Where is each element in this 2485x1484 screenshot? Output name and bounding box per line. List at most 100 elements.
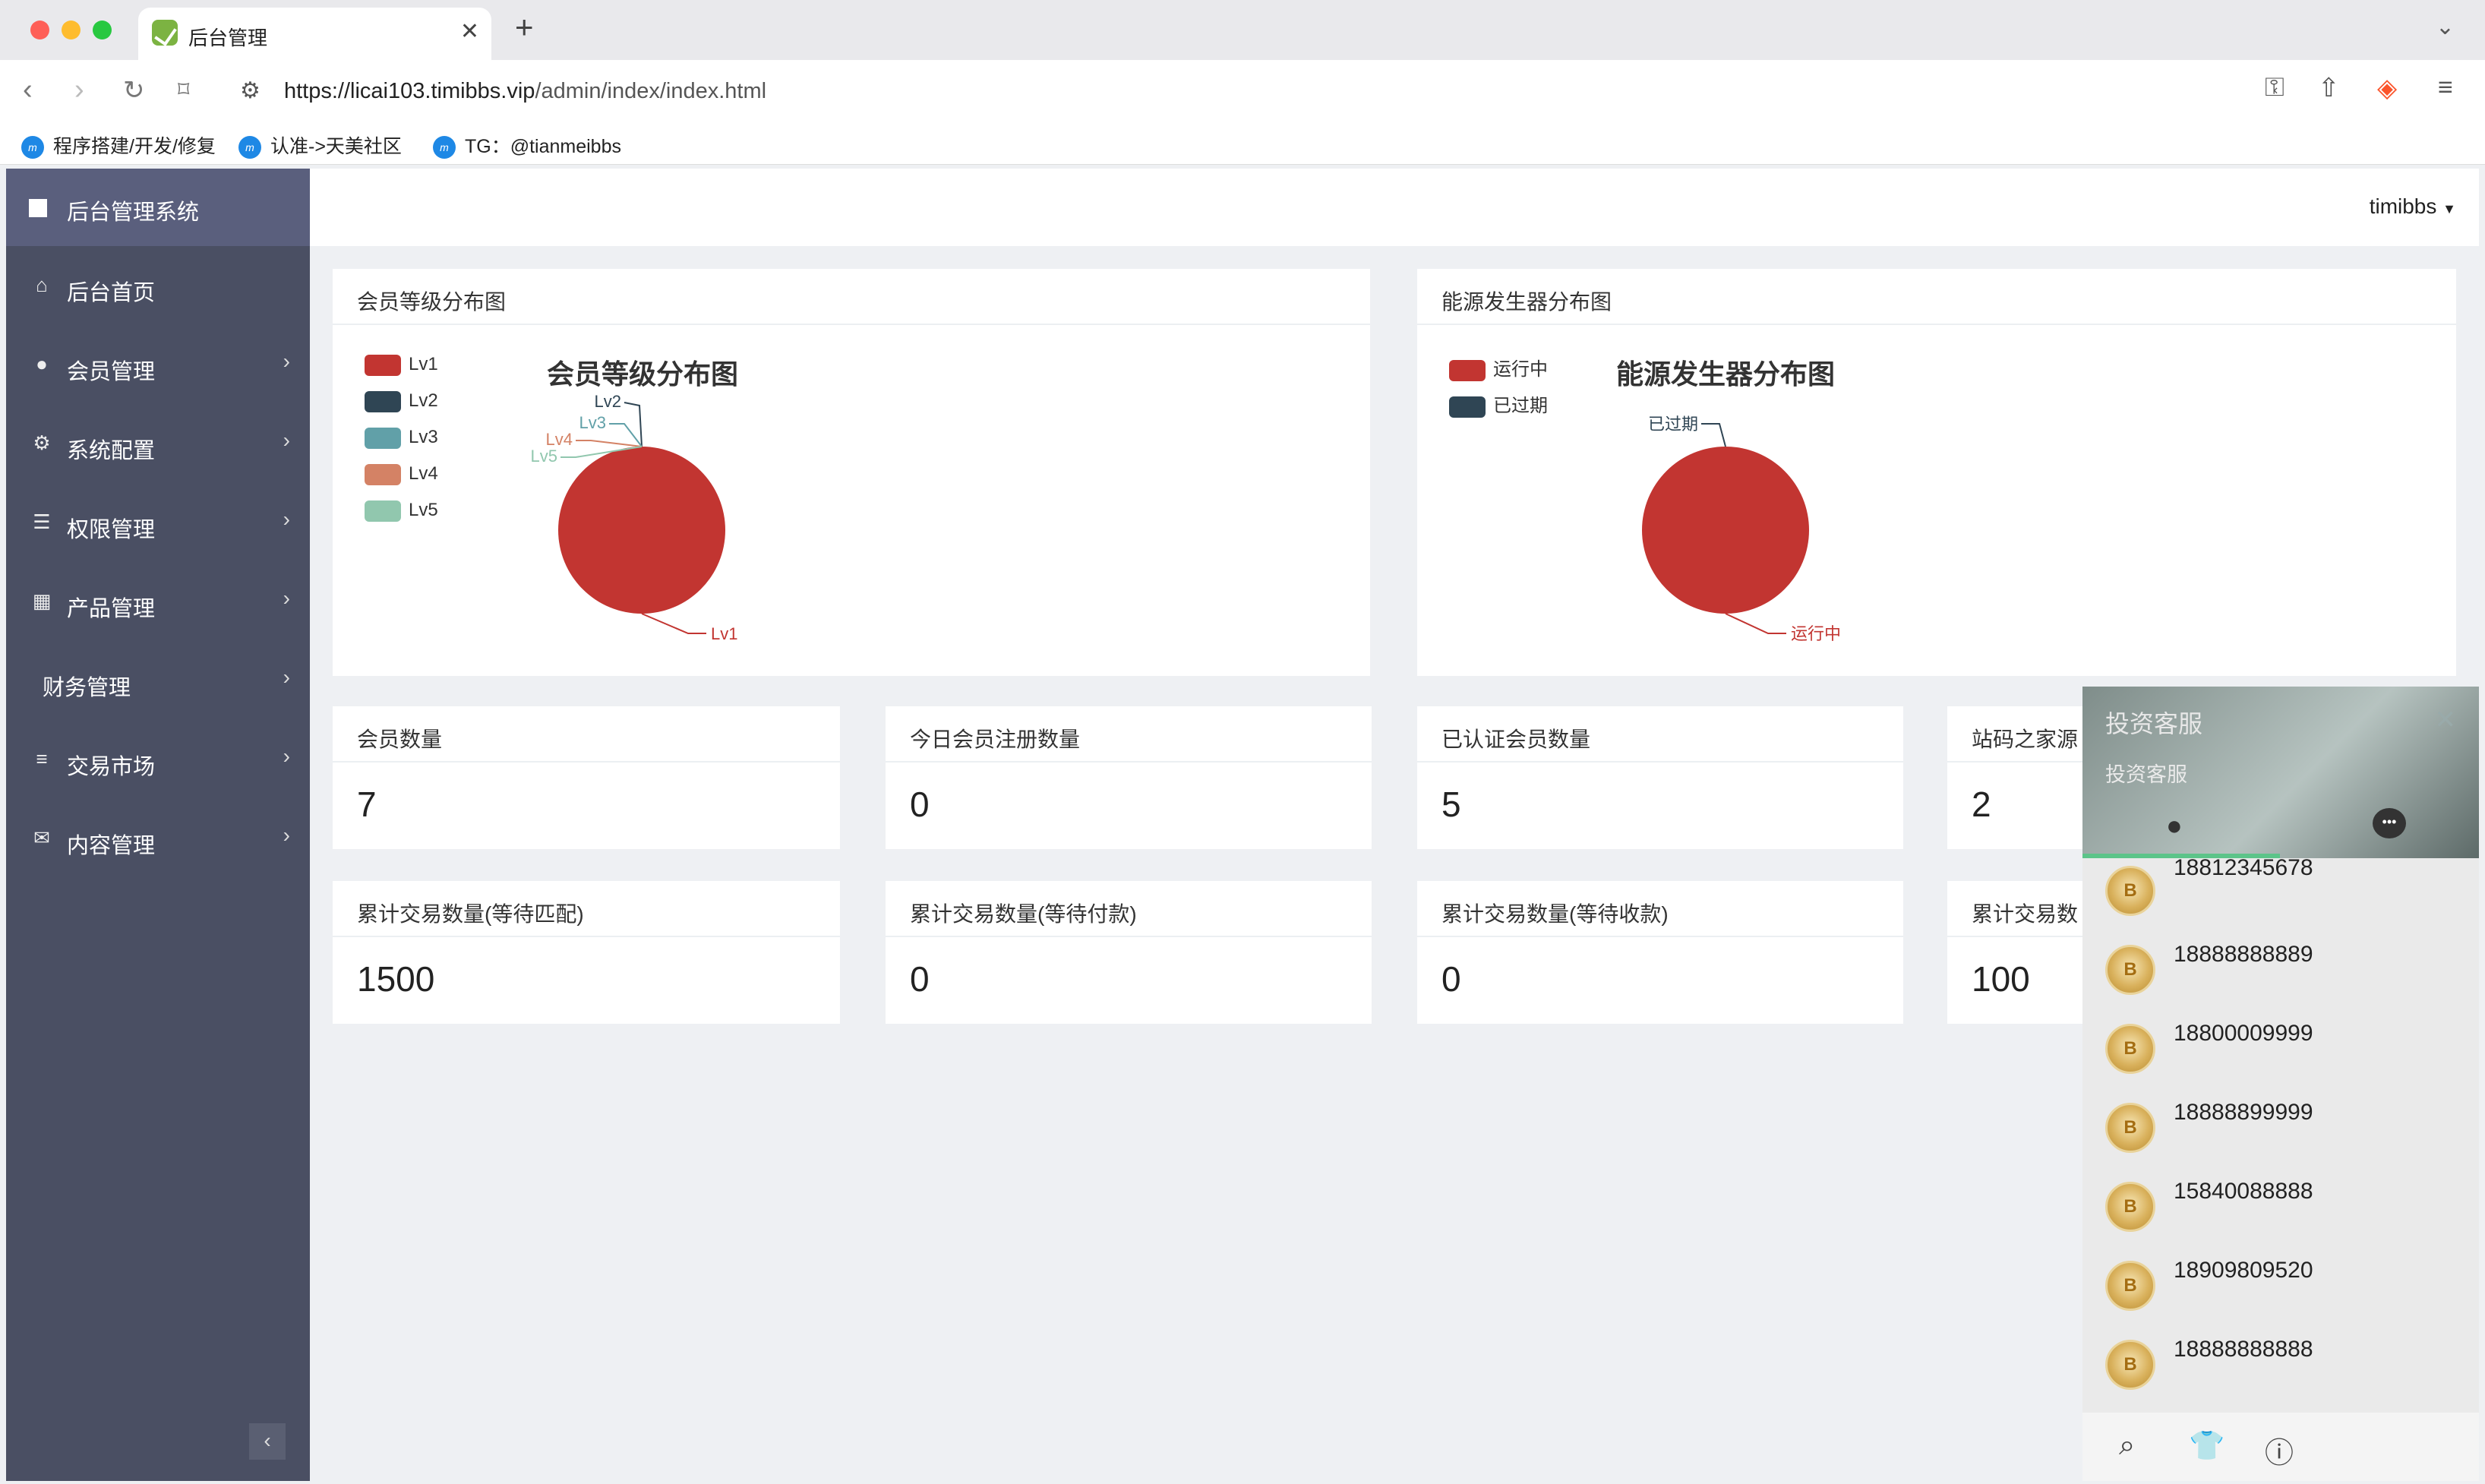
menu-icon[interactable]: ≡ [2438,73,2453,103]
chevron-right-icon: › [283,665,290,689]
legend-item[interactable]: Lv2 [365,390,438,412]
stat-header: 累计交易数量(等待匹配) [333,881,840,937]
pie-label-expired: 已过期 [1648,415,1698,434]
sidebar-item-market[interactable]: ≡ 交易市场 › [6,729,310,790]
legend-swatch [365,427,401,449]
sidebar: 后台管理系统 ⌂ 后台首页 ● 会员管理 › ⚙ 系统配置 › ☰ 权限管理 ›… [6,169,310,1481]
contact-item[interactable]: B 18888899999 [2082,1092,2479,1171]
bookmark-icon[interactable]: ⌑ [178,77,189,103]
chevron-right-icon: › [283,349,290,373]
sidebar-item-label: 财务管理 [43,676,131,700]
minimize-window-button[interactable] [62,21,81,39]
tab-close-icon[interactable]: ✕ [460,18,479,45]
label-line-lv2 [624,402,643,447]
chevron-right-icon: › [283,744,290,768]
sidebar-item-finance[interactable]: 财务管理 › [6,650,310,711]
sidebar-item-content[interactable]: ✉ 内容管理 › [6,808,310,869]
share-icon[interactable]: ⇧ [2318,73,2340,103]
bookmark-item-2[interactable]: m 认准->天美社区 [238,131,402,159]
shirt-icon[interactable]: 👕 [2189,1429,2225,1463]
contacts-tab-user-icon[interactable]: ● [2166,810,2183,841]
new-tab-button[interactable]: + [515,9,534,46]
stat-header: 会员数量 [333,706,840,763]
legend-item[interactable]: 运行中 [1449,354,1548,381]
gears-icon: ⚙ [33,431,51,454]
chevron-right-icon: › [283,586,290,610]
pie-label-running: 运行中 [1791,624,1841,643]
legend-item[interactable]: Lv5 [365,500,438,522]
member-level-panel: 会员等级分布图 Lv1 Lv2 Lv3 Lv4 Lv5 会员等级分布图 Lv2 … [333,269,1370,676]
stat-label: 站码之家源 [1972,728,2079,751]
search-icon[interactable]: ⌕ [2119,1429,2135,1462]
windows-icon: ▦ [32,589,52,612]
reload-icon[interactable]: ↻ [123,75,145,106]
contact-item[interactable]: B 18812345678 [2082,855,2479,934]
brand-title: 后台管理系统 [67,200,200,225]
url-path: /admin/index/index.html [535,79,767,103]
brand-square-icon [29,199,47,217]
stat-label: 累计交易数量(等待收款) [1441,902,1669,926]
legend-item[interactable]: Lv4 [365,463,438,485]
sidebar-brand[interactable]: 后台管理系统 [6,169,310,246]
zoom-window-button[interactable] [93,21,112,39]
messages-tab-chat-icon[interactable]: ••• [2373,808,2406,838]
back-icon[interactable]: ‹ [23,74,33,106]
contact-item[interactable]: B 18888888888 [2082,1329,2479,1408]
label-line-running [1725,613,1786,634]
stat-label: 累计交易数量(等待匹配) [357,902,584,926]
list-icon: ≡ [36,747,48,770]
address-bar[interactable]: ⚙ https://licai103.timibbs.vip/admin/ind… [225,70,2416,114]
contact-number: 18888888888 [2174,1337,2313,1362]
contact-item[interactable]: B 15840088888 [2082,1171,2479,1250]
label-line-expired [1701,423,1726,447]
home-icon: ⌂ [36,273,48,296]
bookmark-favicon-icon: m [238,136,261,159]
contact-item[interactable]: B 18800009999 [2082,1013,2479,1092]
forward-icon[interactable]: › [74,74,84,106]
contact-item[interactable]: B 18888888889 [2082,934,2479,1013]
pie-label-lv1: Lv1 [711,624,737,643]
stat-value: 1500 [357,959,435,999]
member-level-pie-chart: Lv2 Lv3 Lv4 Lv5 Lv1 [531,392,738,643]
sidebar-collapse-button[interactable]: ‹ [249,1423,286,1460]
contact-item[interactable]: B 18909809520 [2082,1250,2479,1329]
user-icon: ● [36,352,48,375]
sidebar-item-label: 权限管理 [67,518,156,542]
stat-card: 累计交易数量(等待收款) 0 [1417,881,1903,1024]
legend-label: 运行中 [1493,359,1548,380]
user-menu[interactable]: timibbs ▼ [2370,194,2456,219]
sidebar-item-permissions[interactable]: ☰ 权限管理 › [6,492,310,553]
stat-label: 累计交易数量(等待付款) [910,902,1137,926]
close-icon[interactable]: ✕ [2435,705,2457,735]
avatar: B [2105,945,2155,995]
browser-tab[interactable]: 后台管理 ✕ [138,8,491,60]
key-icon[interactable]: ⚿ [2265,73,2284,103]
sidebar-item-label: 后台首页 [67,281,156,305]
site-settings-icon[interactable]: ⚙ [240,77,260,104]
stat-card: 已认证会员数量 5 [1417,706,1903,849]
pie-slice-running[interactable] [1642,447,1809,614]
avatar: B [2105,1182,2155,1232]
username: timibbs [2369,194,2437,218]
legend-item[interactable]: Lv3 [365,427,438,449]
bookmark-item-1[interactable]: m 程序搭建/开发/修复 [21,131,216,159]
stat-header: 累计交易数量(等待付款) [886,881,1372,937]
info-icon[interactable]: ⓘ [2265,1429,2294,1471]
contact-number: 18909809520 [2174,1258,2313,1283]
bookmark-label: 认准->天美社区 [270,136,402,157]
avatar: B [2105,866,2155,916]
legend-item[interactable]: 已过期 [1449,390,1548,418]
close-window-button[interactable] [30,21,49,39]
legend-item[interactable]: Lv1 [365,354,438,376]
pie-slice-lv1[interactable] [558,447,725,614]
bookmark-item-3[interactable]: m TG：@tianmeibbs [433,131,621,159]
sidebar-item-system-config[interactable]: ⚙ 系统配置 › [6,413,310,474]
brave-shield-icon[interactable]: ◈ [2377,73,2397,103]
sidebar-item-products[interactable]: ▦ 产品管理 › [6,571,310,632]
tab-title: 后台管理 [188,27,268,49]
bookmark-favicon-icon: m [21,136,44,159]
sidebar-item-members[interactable]: ● 会员管理 › [6,334,310,395]
sidebar-item-home[interactable]: ⌂ 后台首页 [6,255,310,316]
legend-swatch [365,463,401,485]
tab-list-chevron-icon[interactable]: ⌄ [2436,14,2455,40]
